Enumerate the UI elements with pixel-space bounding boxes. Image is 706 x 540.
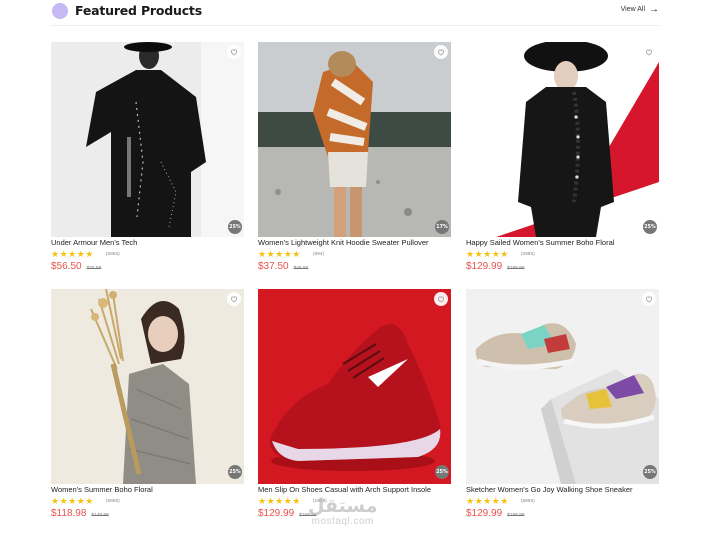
view-all-link[interactable]: View All → xyxy=(620,4,659,15)
header-dot-icon xyxy=(52,3,68,19)
original-price: $45.55 xyxy=(293,266,309,271)
product-name[interactable]: Under Armour Men's Tech xyxy=(51,238,244,247)
product-image-red-sneaker[interactable] xyxy=(258,289,451,484)
review-count: (2985) xyxy=(520,252,535,257)
product-image-man-black-coat[interactable] xyxy=(51,42,244,237)
product-card[interactable]: 25% Under Armour Men's Tech ★★★★★ (5955)… xyxy=(51,42,244,279)
wishlist-heart-icon[interactable] xyxy=(642,292,656,306)
sale-price: $129.99 xyxy=(466,261,503,272)
price-row: $129.99 $189.99 xyxy=(466,261,525,272)
wishlist-heart-icon[interactable] xyxy=(434,45,448,59)
original-price: $189.99 xyxy=(507,513,525,518)
price-row: $118.98 $149.99 xyxy=(51,508,109,519)
view-all-label: View All xyxy=(620,6,645,13)
wishlist-heart-icon[interactable] xyxy=(227,45,241,59)
price-row: $37.50 $45.55 xyxy=(258,261,308,272)
discount-badge: 25% xyxy=(228,220,242,234)
section-title: Featured Products xyxy=(75,3,202,18)
star-rating-icons: ★★★★★ xyxy=(466,249,509,259)
rating-row: ★★★★★ (5955) xyxy=(51,496,120,507)
product-card[interactable]: 25% Sketcher Women's Go Joy Walking Shoe… xyxy=(466,289,659,526)
rating-row: ★★★★★ (5955) xyxy=(466,496,535,507)
discount-badge: 17% xyxy=(435,220,449,234)
product-image-colorful-sneakers[interactable] xyxy=(466,289,659,484)
original-price: $75.58 xyxy=(86,266,102,271)
sale-price: $129.99 xyxy=(258,508,295,519)
product-name[interactable]: Men Slip On Shoes Casual with Arch Suppo… xyxy=(258,485,451,494)
watermark-latin: mostaql.com xyxy=(311,516,374,527)
watermark-arabic: مستقل xyxy=(308,495,378,517)
sale-price: $129.99 xyxy=(466,508,503,519)
star-rating-icons: ★★★★★ xyxy=(51,249,94,259)
sale-price: $37.50 xyxy=(258,261,289,272)
product-name[interactable]: Women's Summer Boho Floral xyxy=(51,485,244,494)
wishlist-heart-icon[interactable] xyxy=(642,45,656,59)
rating-row: ★★★★★ (2985) xyxy=(466,249,535,260)
star-rating-icons: ★★★★★ xyxy=(51,496,94,506)
review-count: (5955) xyxy=(520,499,535,504)
original-price: $149.99 xyxy=(91,513,109,518)
product-image-woman-with-flowers[interactable] xyxy=(51,289,244,484)
review-count: (5955) xyxy=(105,499,120,504)
original-price: $189.99 xyxy=(507,266,525,271)
wishlist-heart-icon[interactable] xyxy=(434,292,448,306)
discount-badge: 25% xyxy=(643,465,657,479)
product-card[interactable]: 17% Women's Lightweight Knit Hoodie Swea… xyxy=(258,42,451,279)
review-count: (5955) xyxy=(105,252,120,257)
price-row: $129.99 $189.99 xyxy=(466,508,525,519)
sale-price: $56.50 xyxy=(51,261,82,272)
product-image-woman-black-coat[interactable] xyxy=(466,42,659,237)
discount-badge: 25% xyxy=(643,220,657,234)
product-image-knit-sweater[interactable] xyxy=(258,42,451,237)
discount-badge: 25% xyxy=(435,465,449,479)
rating-row: ★★★★★ (5955) xyxy=(51,249,120,260)
star-rating-icons: ★★★★★ xyxy=(258,496,301,506)
product-card[interactable]: 25% Happy Sailed Women's Summer Boho Flo… xyxy=(466,42,659,279)
rating-row: ★★★★★ (994) xyxy=(258,249,324,260)
star-rating-icons: ★★★★★ xyxy=(258,249,301,259)
star-rating-icons: ★★★★★ xyxy=(466,496,509,506)
product-card[interactable]: 25% Women's Summer Boho Floral ★★★★★ (59… xyxy=(51,289,244,526)
wishlist-heart-icon[interactable] xyxy=(227,292,241,306)
review-count: (994) xyxy=(312,252,325,257)
section-header: Featured Products View All → xyxy=(51,0,659,26)
watermark-logo: مستقل mostaql.com xyxy=(308,496,378,527)
arrow-right-icon: → xyxy=(649,4,659,15)
product-name[interactable]: Women's Lightweight Knit Hoodie Sweater … xyxy=(258,238,451,247)
product-card[interactable]: 25% Men Slip On Shoes Casual with Arch S… xyxy=(258,289,451,526)
price-row: $56.50 $75.58 xyxy=(51,261,101,272)
discount-badge: 25% xyxy=(228,465,242,479)
product-name[interactable]: Happy Sailed Women's Summer Boho Floral xyxy=(466,238,659,247)
sale-price: $118.98 xyxy=(51,508,87,519)
product-name[interactable]: Sketcher Women's Go Joy Walking Shoe Sne… xyxy=(466,485,659,494)
